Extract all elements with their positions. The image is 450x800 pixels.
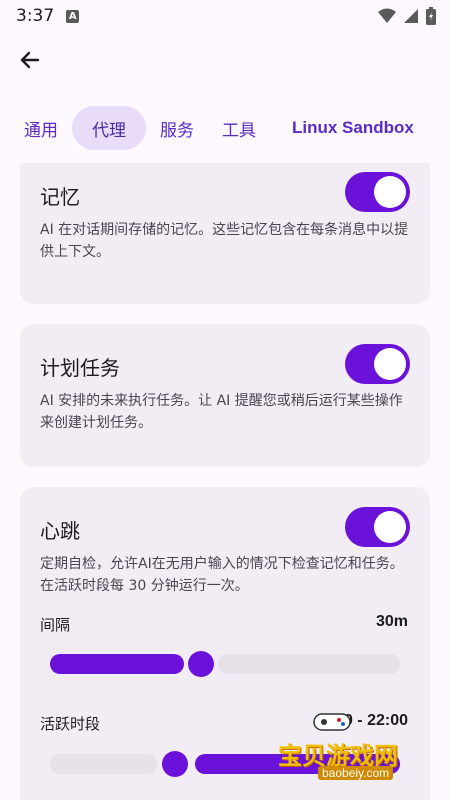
interval-label: 间隔: [40, 616, 71, 634]
scheduled-tasks-description: AI 安排的未来执行任务。让 AI 提醒您或稍后运行某些操作来创建计划任务。: [40, 393, 403, 431]
settings-list[interactable]: 记忆 AI 在对话期间存储的记忆。这些记忆包含在每条消息中以提供上下文。 计划任…: [0, 163, 450, 800]
tab-linux-sandbox[interactable]: Linux Sandbox: [270, 106, 428, 150]
interval-value: 30m: [375, 613, 408, 630]
wifi-icon: [378, 8, 396, 23]
scheduled-tasks-title: 计划任务: [40, 356, 120, 380]
back-button[interactable]: [10, 40, 50, 80]
notification-icon: A: [66, 9, 80, 23]
tab-services[interactable]: 服务: [146, 106, 208, 150]
memory-card: 记忆 AI 在对话期间存储的记忆。这些记忆包含在每条消息中以提供上下文。: [20, 163, 430, 304]
status-icons: [378, 7, 436, 25]
heartbeat-description: 定期自检，允许AI在无用户输入的情况下检查记忆和任务。在活跃时段每 30 分钟运…: [40, 556, 404, 594]
watermark-logo: 宝贝游戏网 baobeiy.com: [272, 706, 422, 788]
watermark-site: baobeiy.com: [318, 766, 394, 780]
scheduled-tasks-toggle[interactable]: [345, 344, 410, 384]
tab-bar: 通用 代理 服务 工具 Linux Sandbox: [0, 104, 450, 152]
heartbeat-title: 心跳: [40, 519, 80, 543]
memory-title: 记忆: [40, 185, 80, 209]
interval-slider[interactable]: [50, 649, 400, 679]
signal-icon: [404, 9, 418, 23]
toggle-knob: [374, 176, 406, 208]
scheduled-tasks-card: 计划任务 AI 安排的未来执行任务。让 AI 提醒您或稍后运行某些操作来创建计划…: [20, 324, 430, 467]
active-hours-label: 活跃时段: [40, 715, 101, 733]
battery-icon: [426, 7, 436, 25]
tab-agent[interactable]: 代理: [72, 106, 146, 150]
heartbeat-toggle[interactable]: [345, 507, 410, 547]
slider-thumb[interactable]: [188, 651, 214, 677]
tab-tools[interactable]: 工具: [208, 106, 270, 150]
toggle-knob: [374, 511, 406, 543]
status-time: 3:37: [16, 6, 55, 26]
status-bar: 3:37 A: [0, 0, 450, 32]
gamepad-icon: [313, 713, 351, 731]
memory-toggle[interactable]: [345, 172, 410, 212]
memory-description: AI 在对话期间存储的记忆。这些记忆包含在每条消息中以提供上下文。: [40, 222, 409, 260]
slider-active-track: [50, 654, 184, 674]
arrow-left-icon: [20, 51, 40, 69]
tab-general[interactable]: 通用: [10, 106, 72, 150]
toggle-knob: [374, 348, 406, 380]
slider-start-thumb[interactable]: [162, 751, 188, 777]
slider-inactive-track: [50, 754, 157, 774]
slider-inactive-track: [218, 654, 400, 674]
